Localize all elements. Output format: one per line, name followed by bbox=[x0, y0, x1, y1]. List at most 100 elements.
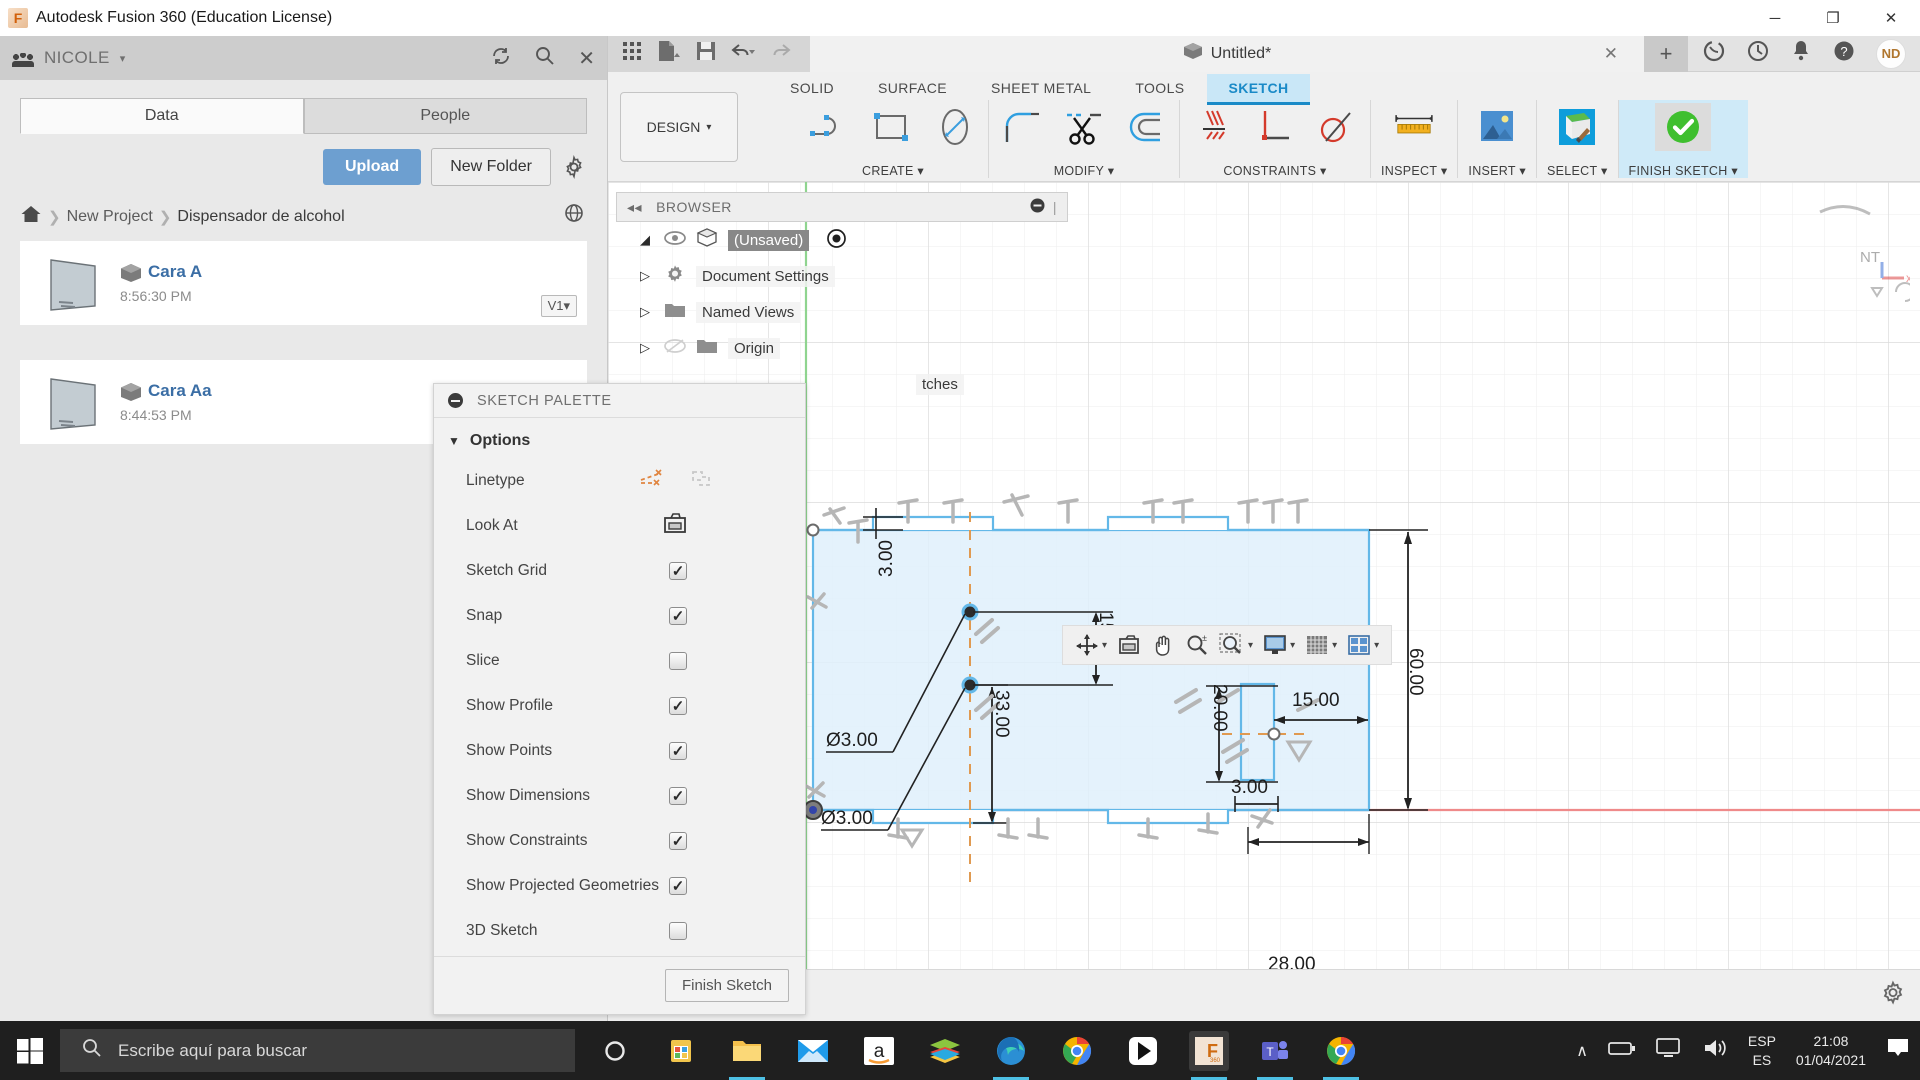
checkbox-slice[interactable] bbox=[669, 651, 687, 670]
breadcrumb-item-dispensador[interactable]: Dispensador de alcohol bbox=[177, 208, 344, 226]
dimension-text-20-00[interactable]: 20.00 bbox=[1208, 684, 1230, 732]
expand-arrow-icon[interactable]: ▷ bbox=[640, 304, 654, 320]
finish-sketch-button[interactable]: Finish Sketch bbox=[664, 969, 789, 1002]
avatar[interactable]: ND bbox=[1876, 38, 1906, 69]
version-badge[interactable]: V1▾ bbox=[540, 295, 577, 317]
perpendicular-constraint-icon[interactable] bbox=[1252, 104, 1298, 150]
ribbon-group-label[interactable]: SELECT ▾ bbox=[1547, 163, 1608, 178]
ribbon-tab-surface[interactable]: SURFACE bbox=[856, 74, 969, 102]
display-icon[interactable] bbox=[1656, 1038, 1682, 1063]
measure-ruler-icon[interactable] bbox=[1391, 104, 1437, 150]
new-document-tab-button[interactable]: + bbox=[1644, 35, 1688, 72]
visibility-off-icon[interactable] bbox=[664, 338, 686, 358]
refresh-icon[interactable] bbox=[490, 45, 512, 72]
dimension-text-3-00-inner[interactable]: 3.00 bbox=[1231, 777, 1268, 799]
dimension-text-15-00[interactable]: 15.00 bbox=[1292, 690, 1340, 712]
notifications-bell-icon[interactable] bbox=[1790, 39, 1812, 68]
breadcrumb-item-new-project[interactable]: New Project bbox=[67, 208, 153, 226]
notification-icon[interactable] bbox=[1886, 1036, 1912, 1065]
close-tab-icon[interactable]: ✕ bbox=[1604, 44, 1618, 64]
grid-snaps-icon[interactable]: ▾ bbox=[1305, 634, 1337, 656]
microsoft-teams-icon[interactable]: T bbox=[1255, 1031, 1295, 1080]
document-tab-untitled[interactable]: Untitled* ✕ bbox=[810, 35, 1644, 72]
look-at-camera-icon[interactable] bbox=[663, 512, 687, 539]
amazon-icon[interactable]: a bbox=[859, 1031, 899, 1071]
gear-icon[interactable] bbox=[561, 154, 587, 180]
grid-icon[interactable] bbox=[622, 41, 642, 66]
dimension-text-diameter-1[interactable]: Ø3.00 bbox=[826, 730, 878, 752]
dimension-text-60-00[interactable]: 60.00 bbox=[1404, 648, 1426, 696]
browser-node-named-views[interactable]: ▷ Named Views bbox=[616, 294, 1068, 330]
offset-icon[interactable] bbox=[1123, 104, 1169, 150]
expand-arrow-icon[interactable]: ▷ bbox=[640, 340, 654, 356]
linetype-centerline-icon[interactable] bbox=[689, 468, 713, 493]
select-paint-icon[interactable] bbox=[1554, 104, 1600, 150]
clock[interactable]: 21:08 01/04/2021 bbox=[1796, 1032, 1866, 1070]
ribbon-tab-sketch[interactable]: SKETCH bbox=[1206, 74, 1311, 105]
chevron-down-icon[interactable]: ▾ bbox=[120, 52, 126, 65]
activate-component-icon[interactable] bbox=[827, 228, 847, 252]
mail-icon[interactable] bbox=[793, 1031, 833, 1071]
browser-node-document-settings[interactable]: ▷ Document Settings bbox=[616, 258, 1068, 294]
checkbox-sketch-grid[interactable]: ✓ bbox=[669, 561, 687, 580]
gear-icon[interactable] bbox=[1880, 980, 1906, 1011]
fusion-360-icon[interactable]: F 360 bbox=[1189, 1030, 1229, 1080]
microsoft-edge-icon[interactable] bbox=[991, 1031, 1031, 1080]
dimension-text-33-00[interactable]: 33.00 bbox=[990, 690, 1012, 738]
home-icon[interactable] bbox=[20, 204, 42, 229]
trim-scissors-icon[interactable] bbox=[1061, 104, 1107, 150]
minus-circle-icon[interactable] bbox=[1030, 198, 1045, 216]
viewports-icon[interactable]: ▾ bbox=[1347, 634, 1379, 656]
bluestacks-icon[interactable] bbox=[925, 1031, 965, 1071]
ribbon-group-label[interactable]: CREATE ▾ bbox=[862, 163, 924, 178]
browser-resize-handle[interactable]: | bbox=[1053, 199, 1057, 215]
google-play-icon[interactable] bbox=[1123, 1031, 1163, 1071]
ribbon-group-label[interactable]: CONSTRAINTS ▾ bbox=[1223, 163, 1326, 178]
rectangle-icon[interactable] bbox=[870, 104, 916, 150]
google-chrome-icon[interactable] bbox=[1057, 1031, 1097, 1071]
checkbox-show-constraints[interactable]: ✓ bbox=[669, 831, 687, 850]
ribbon-tab-sheet-metal[interactable]: SHEET METAL bbox=[969, 74, 1113, 102]
file-row-cara-a[interactable]: Cara A 8:56:30 PM V1▾ bbox=[20, 241, 587, 325]
cortana-circle-icon[interactable] bbox=[595, 1031, 635, 1071]
workspace-selector[interactable]: DESIGN ▾ bbox=[620, 92, 738, 162]
volume-icon[interactable] bbox=[1702, 1037, 1728, 1064]
new-folder-button[interactable]: New Folder bbox=[431, 148, 551, 186]
new-file-icon[interactable] bbox=[656, 40, 682, 67]
checkbox-3d-sketch[interactable] bbox=[669, 921, 687, 940]
browser-node-origin[interactable]: ▷ Origin bbox=[616, 330, 1068, 366]
browser-node-unsaved[interactable]: ◢ (Unsaved) bbox=[616, 222, 1068, 258]
redo-icon[interactable] bbox=[770, 41, 796, 66]
expand-arrow-icon[interactable]: ◢ bbox=[640, 232, 654, 248]
upload-button[interactable]: Upload bbox=[322, 149, 422, 185]
look-at-icon[interactable] bbox=[1117, 634, 1141, 656]
help-globe-icon[interactable] bbox=[1702, 39, 1726, 68]
dimension-text-3-00-top[interactable]: 3.00 bbox=[876, 540, 898, 577]
minimize-button[interactable]: ─ bbox=[1746, 0, 1804, 36]
chevron-down-icon[interactable]: ▼ bbox=[448, 434, 460, 448]
close-data-panel-icon[interactable]: ✕ bbox=[578, 46, 595, 71]
zoom-icon[interactable]: ± bbox=[1185, 633, 1209, 657]
job-status-clock-icon[interactable] bbox=[1746, 39, 1770, 68]
ribbon-group-label[interactable]: INSPECT ▾ bbox=[1381, 163, 1447, 178]
save-icon[interactable] bbox=[696, 41, 716, 66]
checkbox-show-points[interactable]: ✓ bbox=[669, 741, 687, 760]
tangent-constraint-icon[interactable] bbox=[1314, 104, 1360, 150]
globe-icon[interactable] bbox=[563, 202, 587, 231]
ribbon-group-label[interactable]: FINISH SKETCH ▾ bbox=[1629, 163, 1738, 178]
chrome-secondary-icon[interactable] bbox=[1321, 1031, 1361, 1080]
view-cube[interactable]: NT x bbox=[1800, 192, 1915, 302]
checkbox-snap[interactable]: ✓ bbox=[669, 606, 687, 625]
pan-hand-icon[interactable] bbox=[1151, 633, 1175, 657]
insert-image-icon[interactable] bbox=[1474, 104, 1520, 150]
file-explorer-icon[interactable] bbox=[727, 1031, 767, 1080]
search-icon[interactable] bbox=[534, 45, 556, 72]
checkbox-show-projected-geometries[interactable]: ✓ bbox=[669, 876, 687, 895]
orbit-icon[interactable]: ▾ bbox=[1075, 633, 1107, 657]
expand-arrow-icon[interactable]: ▷ bbox=[640, 268, 654, 284]
language-indicator[interactable]: ESP ES bbox=[1748, 1032, 1776, 1070]
tab-data[interactable]: Data bbox=[20, 98, 304, 134]
ellipse-icon[interactable] bbox=[932, 104, 978, 150]
ribbon-group-finish-sketch[interactable]: FINISH SKETCH ▾ bbox=[1618, 100, 1748, 178]
dimension-text-diameter-2[interactable]: Ø3.00 bbox=[821, 808, 873, 830]
